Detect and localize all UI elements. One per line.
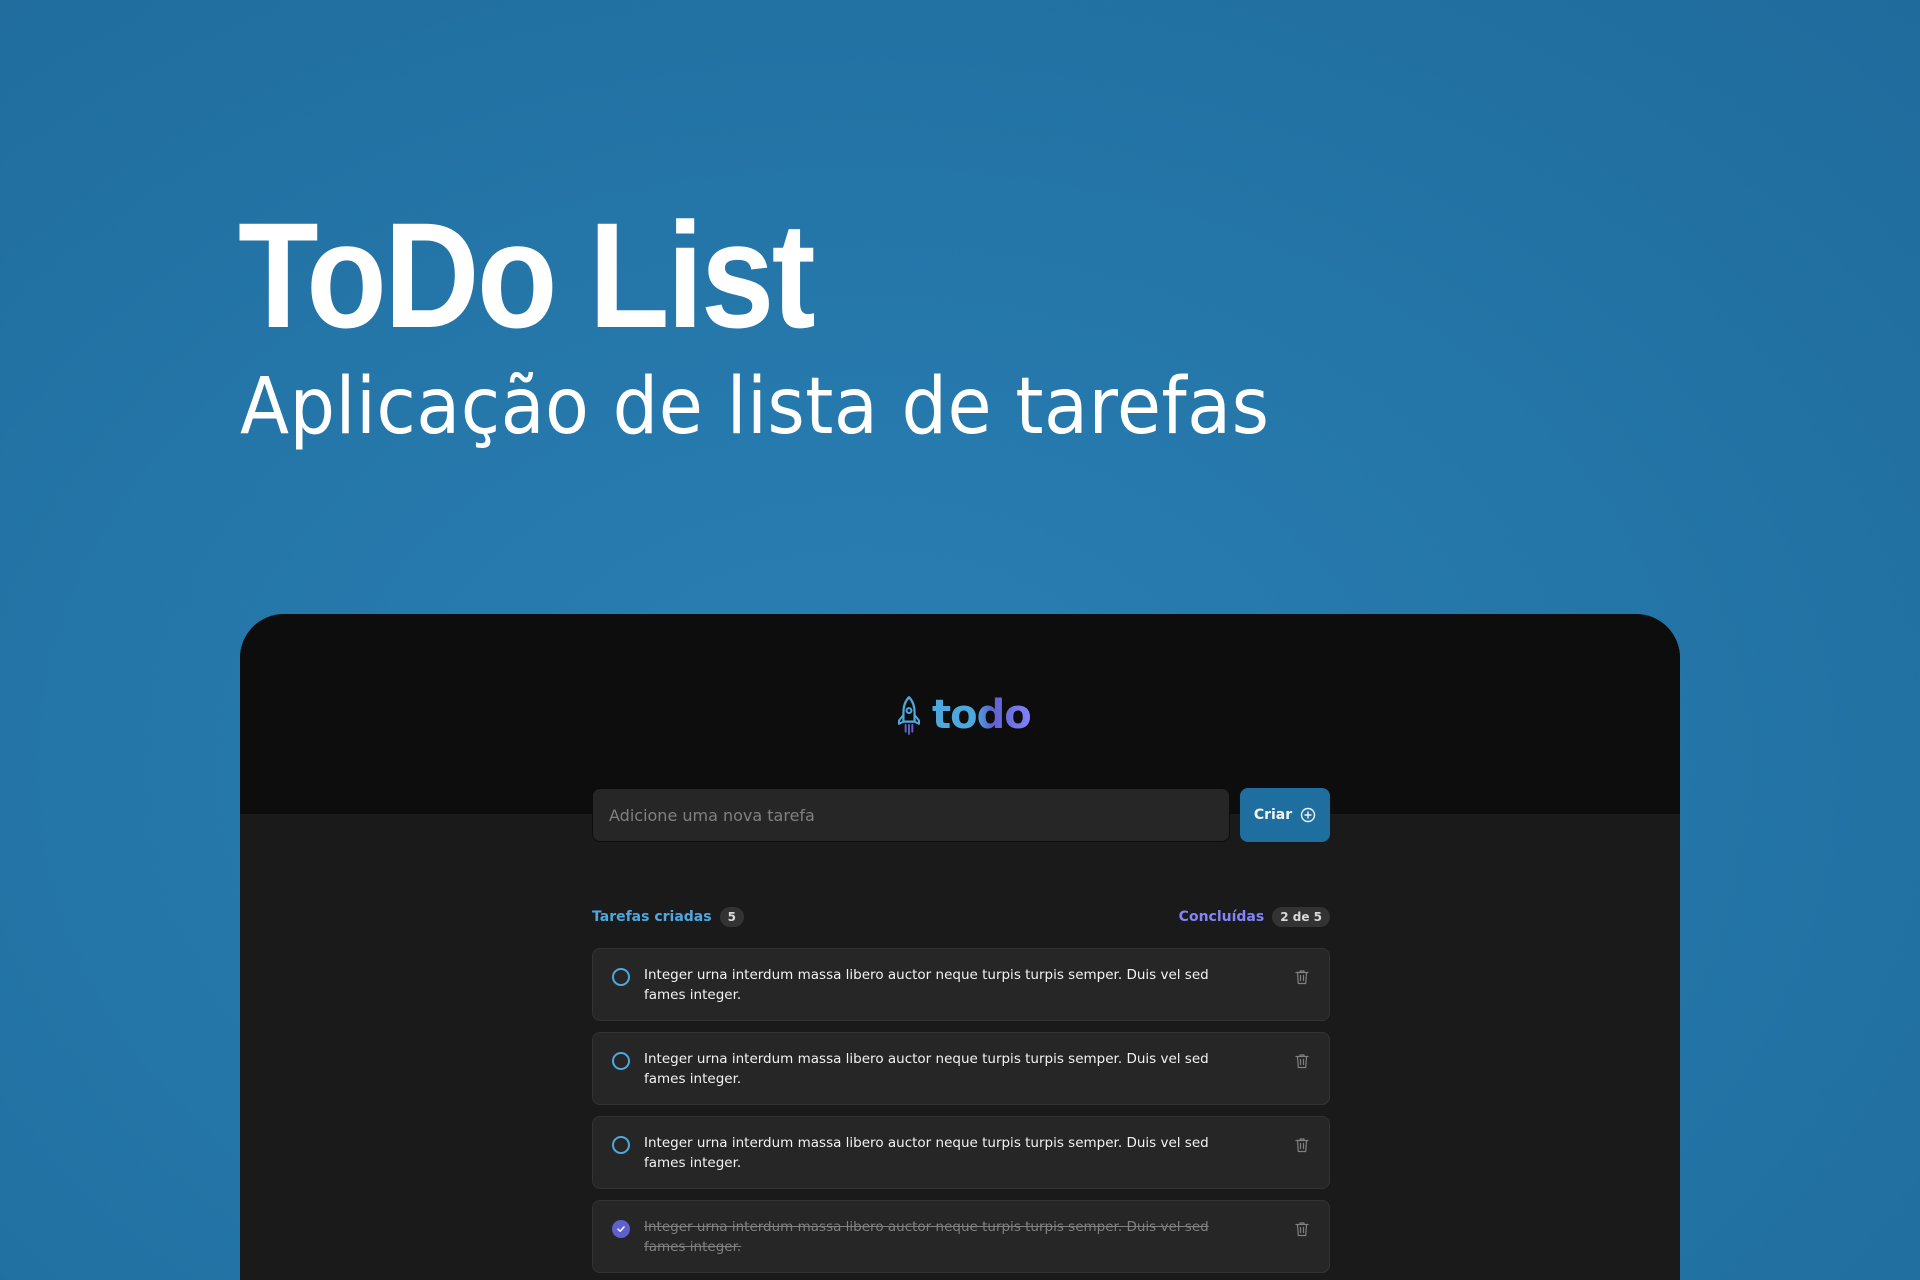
created-count-badge: 5 bbox=[719, 907, 744, 927]
hero-title: ToDo List bbox=[238, 191, 816, 359]
task-item: Integer urna interdum massa libero aucto… bbox=[592, 1032, 1330, 1105]
created-label: Tarefas criadas bbox=[592, 909, 712, 925]
app-header: todo bbox=[240, 614, 1680, 814]
plus-circle-icon bbox=[1300, 807, 1316, 823]
task-checkbox-checked[interactable] bbox=[612, 1220, 630, 1238]
delete-task-button[interactable] bbox=[1292, 1051, 1312, 1071]
trash-icon bbox=[1295, 970, 1309, 985]
task-text: Integer urna interdum massa libero aucto… bbox=[644, 1219, 1209, 1255]
trash-icon bbox=[1295, 1222, 1309, 1237]
task-item: Integer urna interdum massa libero aucto… bbox=[592, 1116, 1330, 1189]
trash-icon bbox=[1295, 1054, 1309, 1069]
done-count-badge: 2 de 5 bbox=[1272, 907, 1330, 927]
task-list: Integer urna interdum massa libero aucto… bbox=[592, 948, 1330, 1280]
new-task-input[interactable] bbox=[592, 788, 1230, 842]
delete-task-button[interactable] bbox=[1292, 967, 1312, 987]
done-stat: Concluídas 2 de 5 bbox=[1179, 907, 1330, 927]
task-checkbox[interactable] bbox=[612, 1136, 630, 1154]
delete-task-button[interactable] bbox=[1292, 1135, 1312, 1155]
created-stat: Tarefas criadas 5 bbox=[592, 907, 744, 927]
task-text: Integer urna interdum massa libero aucto… bbox=[644, 1135, 1209, 1171]
logo: todo bbox=[894, 692, 1032, 738]
create-button[interactable]: Criar bbox=[1240, 788, 1330, 842]
check-icon bbox=[617, 1226, 625, 1232]
task-item: Integer urna interdum massa libero aucto… bbox=[592, 1200, 1330, 1273]
task-item: Integer urna interdum massa libero aucto… bbox=[592, 948, 1330, 1021]
trash-icon bbox=[1295, 1138, 1309, 1153]
logo-text: todo bbox=[932, 692, 1032, 738]
task-checkbox[interactable] bbox=[612, 1052, 630, 1070]
task-stats: Tarefas criadas 5 Concluídas 2 de 5 bbox=[592, 905, 1330, 929]
task-checkbox[interactable] bbox=[612, 968, 630, 986]
task-text: Integer urna interdum massa libero aucto… bbox=[644, 1051, 1209, 1087]
app-window: todo Criar Tarefas criadas 5 Concluídas … bbox=[240, 614, 1680, 1280]
rocket-icon bbox=[898, 696, 920, 735]
task-text: Integer urna interdum massa libero aucto… bbox=[644, 967, 1209, 1003]
done-label: Concluídas bbox=[1178, 909, 1265, 925]
delete-task-button[interactable] bbox=[1292, 1219, 1312, 1239]
create-button-label: Criar bbox=[1253, 807, 1293, 823]
hero-subtitle: Aplicação de lista de tarefas bbox=[240, 362, 1270, 452]
